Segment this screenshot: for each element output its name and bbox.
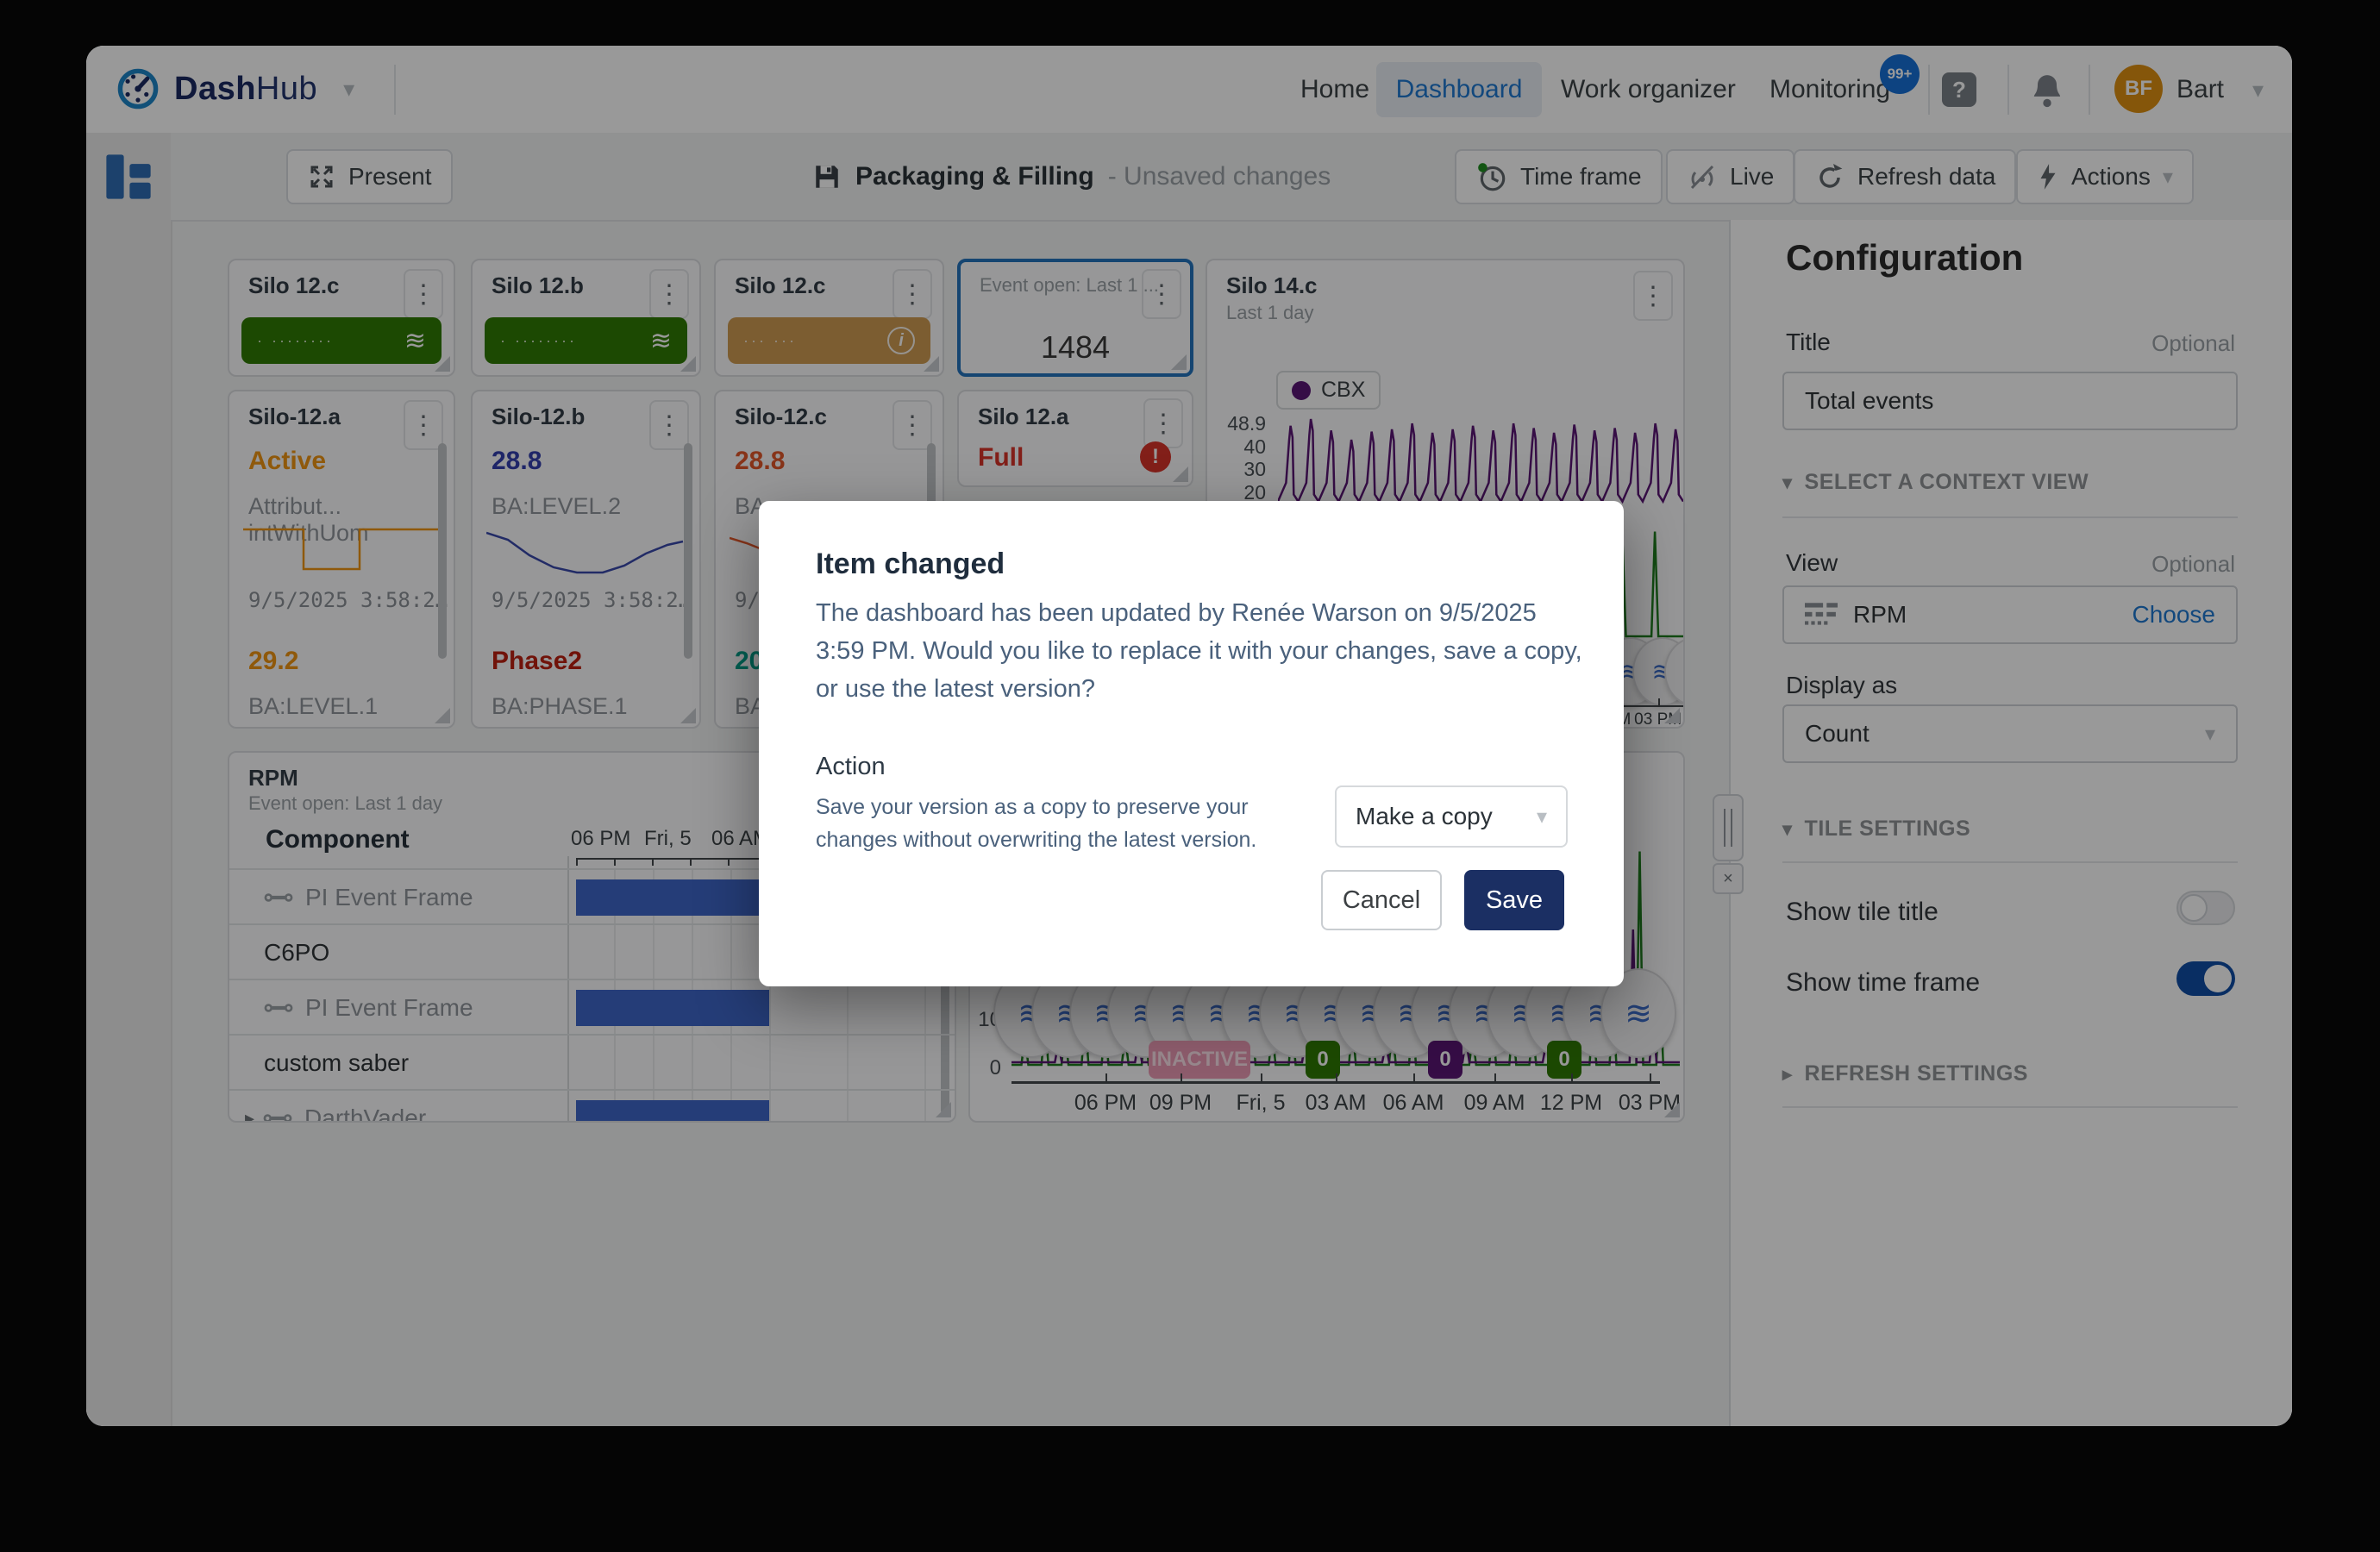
action-select[interactable]: Make a copy ▾ [1335, 785, 1568, 848]
action-label: Action [816, 753, 886, 781]
action-description: Save your version as a copy to preserve … [816, 791, 1325, 856]
modal-title: Item changed [816, 548, 1005, 581]
save-button[interactable]: Save [1464, 870, 1564, 930]
app-window: DashHub ▾ Home Dashboard Work organizer … [86, 46, 2292, 1426]
screenshot-frame: DashHub ▾ Home Dashboard Work organizer … [0, 0, 2380, 1552]
chevron-down-icon: ▾ [1537, 804, 1547, 829]
action-select-value: Make a copy [1356, 803, 1493, 830]
cancel-button[interactable]: Cancel [1321, 870, 1442, 930]
modal-body-text: The dashboard has been updated by Renée … [816, 594, 1583, 708]
item-changed-modal: Item changed The dashboard has been upda… [759, 501, 1624, 986]
